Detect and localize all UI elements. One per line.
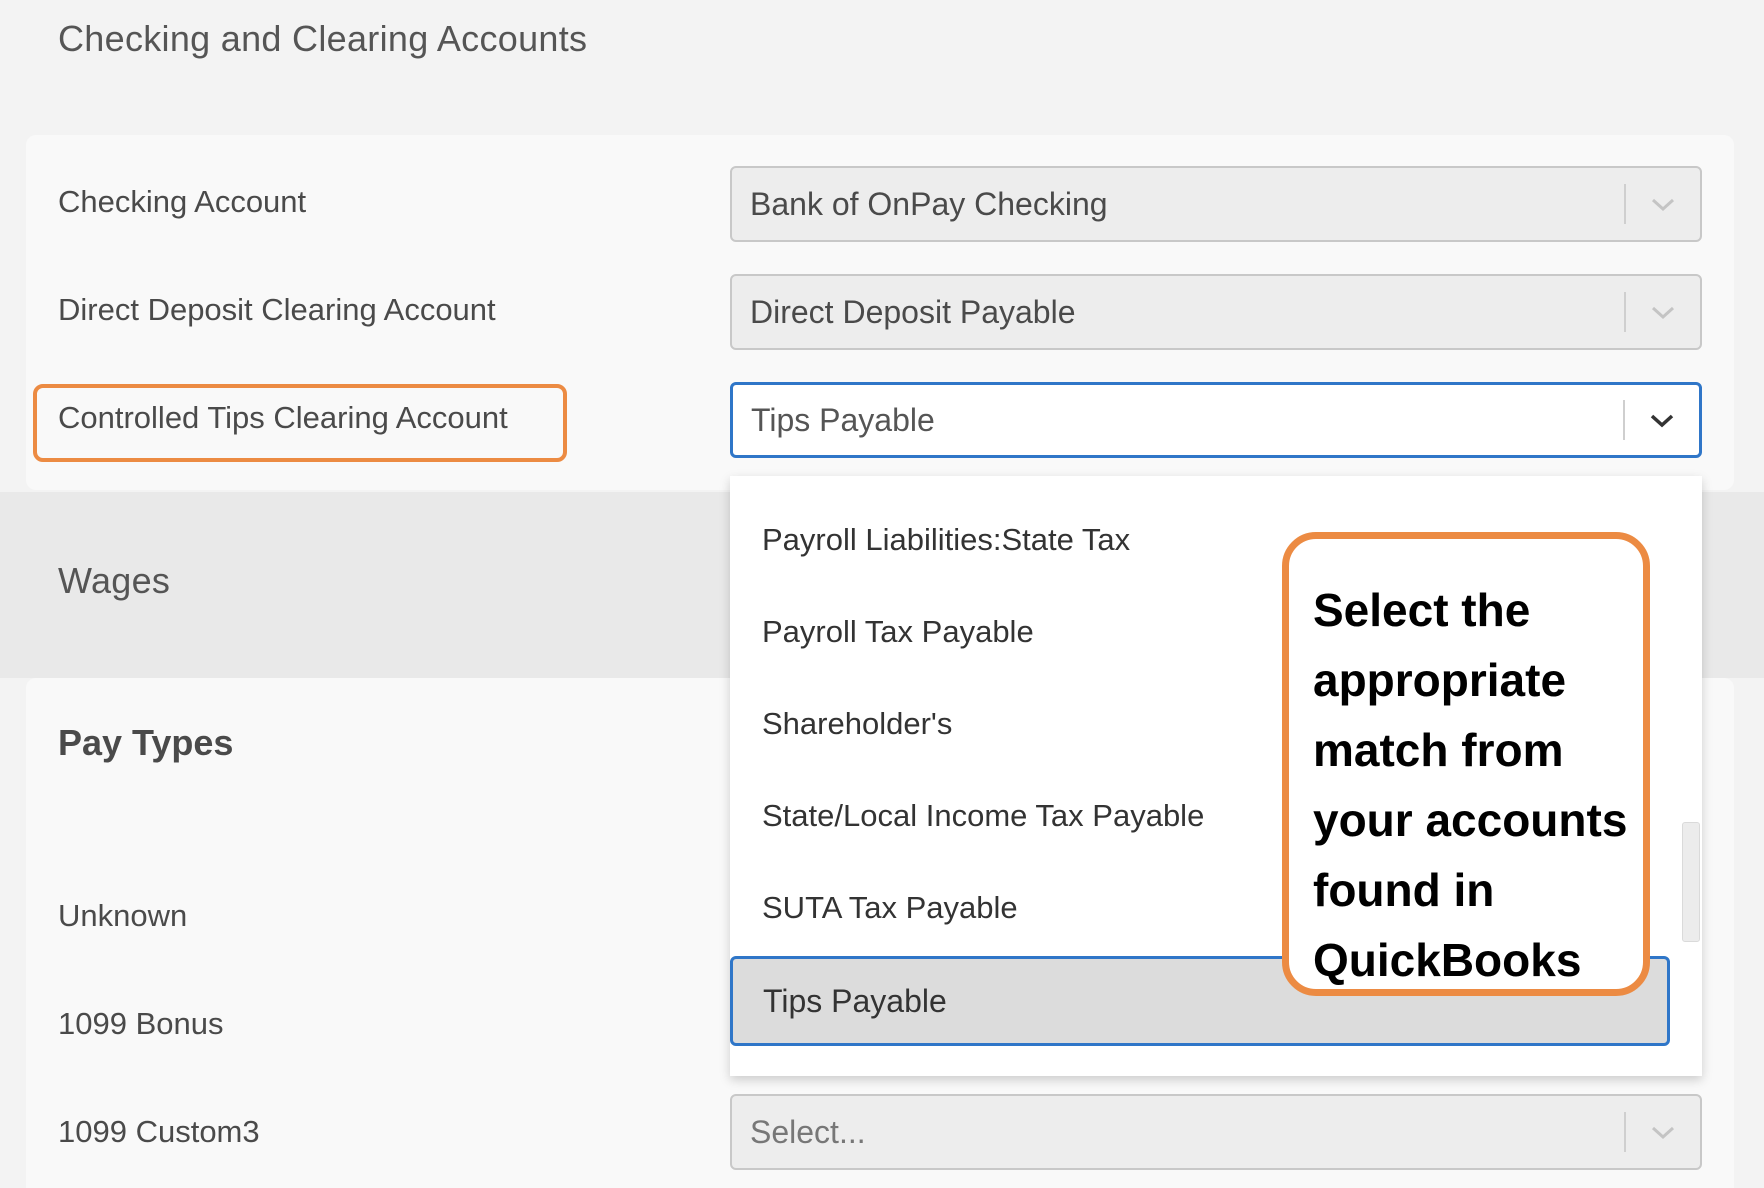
- direct-deposit-label: Direct Deposit Clearing Account: [58, 292, 496, 327]
- callout-line: your accounts: [1313, 794, 1628, 846]
- dropdown-option[interactable]: Payroll Tax Payable: [762, 614, 1034, 650]
- custom3-1099-placeholder: Select...: [750, 1113, 866, 1150]
- controlled-tips-value: Tips Payable: [751, 401, 935, 438]
- controlled-tips-select[interactable]: Tips Payable: [730, 382, 1702, 458]
- custom3-1099-label: 1099 Custom3: [58, 1114, 260, 1149]
- chevron-down-icon[interactable]: [1626, 276, 1700, 348]
- section-title-wages: Wages: [58, 560, 171, 601]
- checking-account-select[interactable]: Bank of OnPay Checking: [730, 166, 1702, 242]
- chevron-down-icon[interactable]: [1626, 1096, 1700, 1168]
- callout-line: Select the: [1313, 584, 1531, 636]
- dropdown-option[interactable]: SUTA Tax Payable: [762, 890, 1018, 926]
- callout-line: appropriate: [1313, 654, 1567, 706]
- dropdown-option[interactable]: State/Local Income Tax Payable: [762, 798, 1204, 834]
- checking-account-value: Bank of OnPay Checking: [750, 185, 1108, 222]
- callout-line: found in: [1313, 864, 1495, 916]
- section-title-checking-clearing: Checking and Clearing Accounts: [58, 18, 588, 59]
- direct-deposit-select[interactable]: Direct Deposit Payable: [730, 274, 1702, 350]
- pay-types-title: Pay Types: [58, 722, 234, 763]
- dropdown-scrollbar[interactable]: [1682, 822, 1700, 942]
- chevron-down-icon[interactable]: [1626, 168, 1700, 240]
- unknown-label: Unknown: [58, 898, 188, 933]
- checking-account-label: Checking Account: [58, 184, 307, 219]
- controlled-tips-label: Controlled Tips Clearing Account: [58, 400, 508, 435]
- dropdown-option[interactable]: Payroll Liabilities:State Tax: [762, 522, 1130, 558]
- callout-line: QuickBooks: [1313, 934, 1582, 986]
- callout-line: match from: [1313, 724, 1564, 776]
- instruction-callout: Select the appropriate match from your a…: [1282, 532, 1650, 996]
- bonus-1099-label: 1099 Bonus: [58, 1006, 224, 1041]
- chevron-down-icon[interactable]: [1625, 385, 1699, 455]
- dropdown-option[interactable]: Shareholder's: [762, 706, 952, 742]
- custom3-1099-select[interactable]: Select...: [730, 1094, 1702, 1170]
- direct-deposit-value: Direct Deposit Payable: [750, 293, 1076, 330]
